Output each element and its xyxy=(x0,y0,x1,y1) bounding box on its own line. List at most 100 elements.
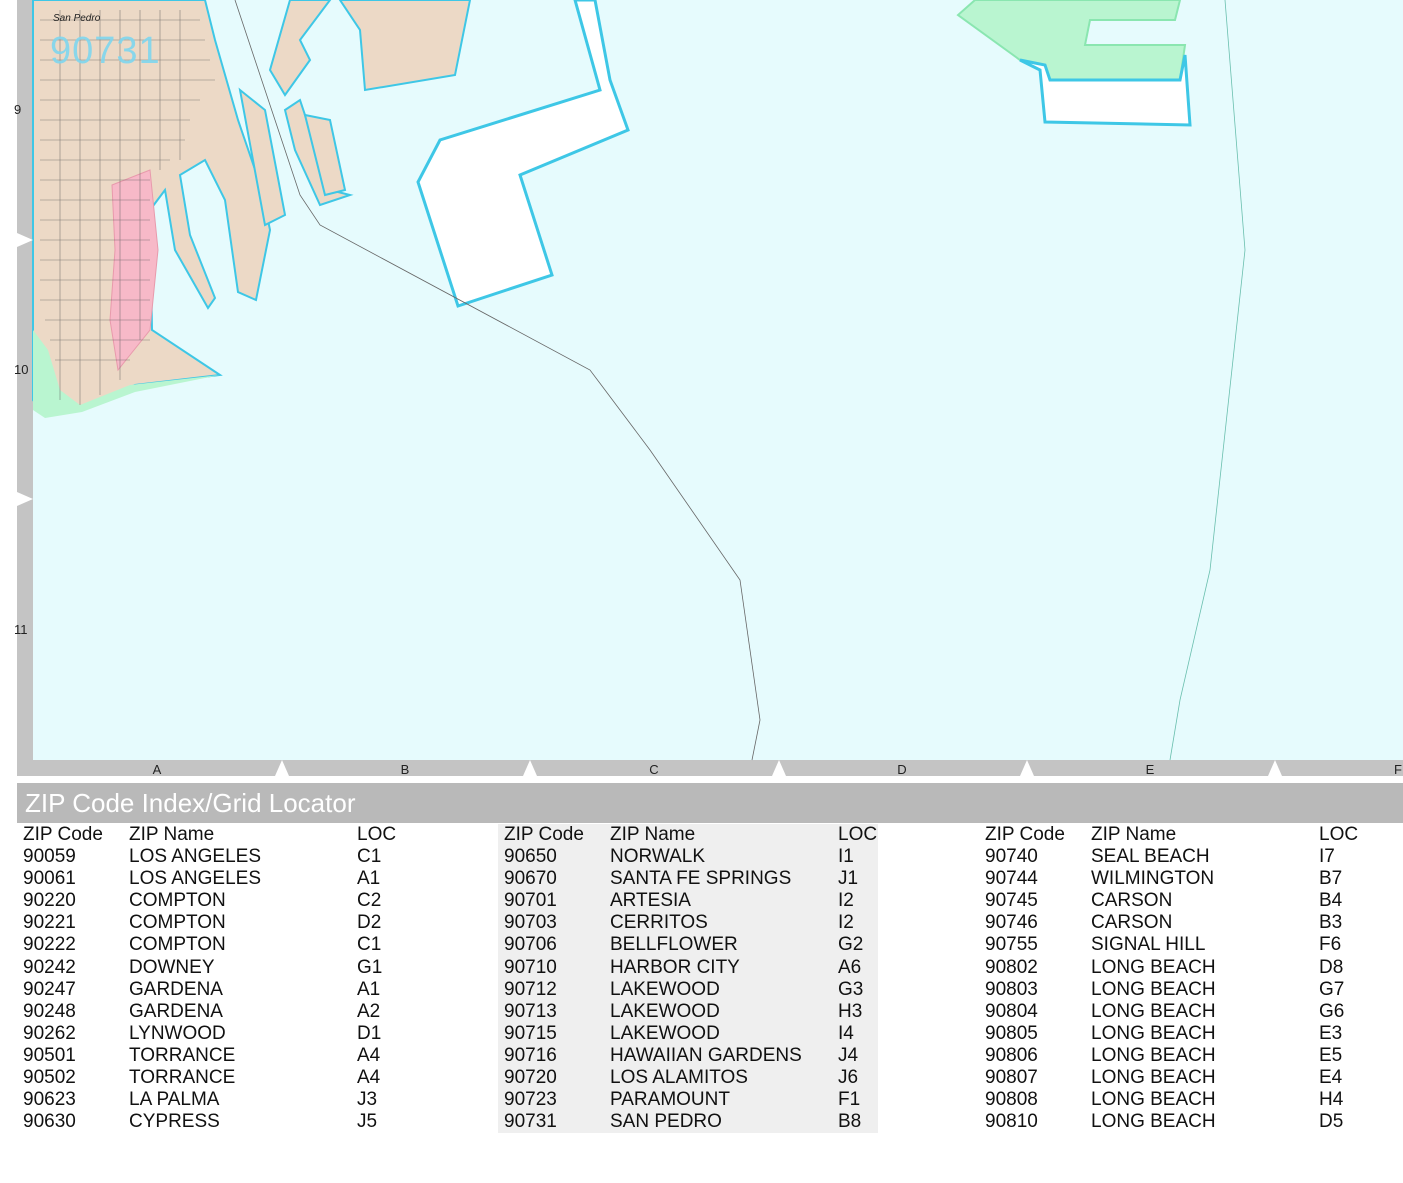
map-canvas[interactable] xyxy=(0,0,1403,780)
col-label-e: E xyxy=(1145,762,1155,777)
col-label-a: A xyxy=(152,762,162,777)
zip-code-cell: 90720 xyxy=(504,1067,557,1089)
zip-index-row: 90720 LOS ALAMITOS J6 xyxy=(498,1067,878,1089)
zip-index-row: 90716 HAWAIIAN GARDENS J4 xyxy=(498,1045,878,1067)
header-zip-name: ZIP Name xyxy=(610,824,696,845)
zip-code-cell: 90710 xyxy=(504,956,557,978)
zip-index-row: 90802 LONG BEACH D8 xyxy=(979,957,1403,979)
zip-name-cell: SANTA FE SPRINGS xyxy=(610,868,792,890)
zip-name-cell: SEAL BEACH xyxy=(1091,846,1210,868)
loc-cell: G1 xyxy=(357,956,383,978)
loc-cell: B3 xyxy=(1319,912,1343,934)
loc-cell: E5 xyxy=(1319,1044,1343,1066)
zip-index-column-1: ZIP Code ZIP Name LOC 90059 LOS ANGELES C1 900… xyxy=(17,824,487,1133)
header-loc: LOC xyxy=(357,824,397,845)
zip-name-cell: PARAMOUNT xyxy=(610,1089,730,1111)
zip-code-cell: 90220 xyxy=(23,890,76,912)
zip-name-cell: BELLFLOWER xyxy=(610,934,738,956)
zip-index-row: 90248 GARDENA A2 xyxy=(17,1001,487,1023)
zip-name-cell: WILMINGTON xyxy=(1091,868,1215,890)
zip-name-cell: HAWAIIAN GARDENS xyxy=(610,1044,802,1066)
zip-name-cell: SAN PEDRO xyxy=(610,1111,722,1133)
zip-name-cell: TORRANCE xyxy=(129,1044,236,1066)
loc-cell: I1 xyxy=(838,846,854,868)
zip-code-cell: 90502 xyxy=(23,1067,76,1089)
loc-cell: J1 xyxy=(838,868,859,890)
zip-index-title: ZIP Code Index/Grid Locator xyxy=(17,783,1403,823)
zip-code-cell: 90804 xyxy=(985,1000,1038,1022)
zip-name-cell: TORRANCE xyxy=(129,1067,236,1089)
zip-code-cell: 90248 xyxy=(23,1000,76,1022)
zip-code-cell: 90703 xyxy=(504,912,557,934)
zip-index-row: 90715 LAKEWOOD I4 xyxy=(498,1023,878,1045)
zip-index-row: 90701 ARTESIA I2 xyxy=(498,890,878,912)
zip-code-cell: 90623 xyxy=(23,1089,76,1111)
zip-index-row: 90670 SANTA FE SPRINGS J1 xyxy=(498,868,878,890)
zip-index-row: 90803 LONG BEACH G7 xyxy=(979,979,1403,1001)
loc-cell: H4 xyxy=(1319,1089,1344,1111)
zip-code-cell: 90061 xyxy=(23,868,76,890)
col-label-f: F xyxy=(1394,762,1402,777)
zip-index-row: 90703 CERRITOS I2 xyxy=(498,912,878,934)
loc-cell: A1 xyxy=(357,868,381,890)
zip-code-cell: 90650 xyxy=(504,846,557,868)
zip-index-row: 90242 DOWNEY G1 xyxy=(17,957,487,979)
zip-index-row: 90755 SIGNAL HILL F6 xyxy=(979,934,1403,956)
zip-index-row: 90501 TORRANCE A4 xyxy=(17,1045,487,1067)
loc-cell: C1 xyxy=(357,846,382,868)
loc-cell: J6 xyxy=(838,1067,859,1089)
zip-code-cell: 90744 xyxy=(985,868,1038,890)
zip-name-cell: LONG BEACH xyxy=(1091,1067,1216,1089)
loc-cell: J4 xyxy=(838,1044,859,1066)
zip-name-cell: LAKEWOOD xyxy=(610,1000,720,1022)
loc-cell: A4 xyxy=(357,1044,381,1066)
loc-cell: H3 xyxy=(838,1000,863,1022)
header-zip-code: ZIP Code xyxy=(985,824,1065,845)
loc-cell: E4 xyxy=(1319,1067,1343,1089)
loc-cell: A2 xyxy=(357,1000,381,1022)
zip-index-column-3: ZIP Code ZIP Name LOC 90740 SEAL BEACH I7 9074… xyxy=(979,824,1403,1133)
zip-code-cell: 90731 xyxy=(504,1111,557,1133)
zip-index-row: 90502 TORRANCE A4 xyxy=(17,1067,487,1089)
zip-code-cell: 90716 xyxy=(504,1044,557,1066)
map-frame[interactable]: 90731 San Pedro 9 10 11 A B C D E F xyxy=(0,0,1403,780)
loc-cell: D1 xyxy=(357,1022,382,1044)
zip-index-header: ZIP Code ZIP Name LOC xyxy=(498,824,878,846)
zip-code-cell: 90712 xyxy=(504,978,557,1000)
loc-cell: G7 xyxy=(1319,978,1345,1000)
zip-index-row: 90805 LONG BEACH E3 xyxy=(979,1023,1403,1045)
zip-name-cell: LOS ALAMITOS xyxy=(610,1067,748,1089)
zip-code-cell: 90715 xyxy=(504,1022,557,1044)
col-label-b: B xyxy=(400,762,410,777)
col-label-d: D xyxy=(897,762,907,777)
zip-name-cell: LOS ANGELES xyxy=(129,846,262,868)
zip-index-row: 90746 CARSON B3 xyxy=(979,912,1403,934)
zip-code-cell: 90806 xyxy=(985,1044,1038,1066)
loc-cell: C1 xyxy=(357,934,382,956)
zip-index-row: 90650 NORWALK I1 xyxy=(498,846,878,868)
loc-cell: B8 xyxy=(838,1111,862,1133)
zip-index-row: 90723 PARAMOUNT F1 xyxy=(498,1089,878,1111)
loc-cell: B7 xyxy=(1319,868,1343,890)
zip-code-cell: 90802 xyxy=(985,956,1038,978)
zip-name-cell: LONG BEACH xyxy=(1091,956,1216,978)
zip-code-cell: 90745 xyxy=(985,890,1038,912)
zip-name-cell: LA PALMA xyxy=(129,1089,220,1111)
zip-name-cell: LONG BEACH xyxy=(1091,978,1216,1000)
loc-cell: A4 xyxy=(357,1067,381,1089)
header-loc: LOC xyxy=(838,824,878,845)
header-zip-name: ZIP Name xyxy=(129,824,215,845)
loc-cell: I2 xyxy=(838,890,854,912)
zip-index-row: 90706 BELLFLOWER G2 xyxy=(498,934,878,956)
zip-overlay-label: 90731 xyxy=(50,30,161,72)
zip-code-cell: 90803 xyxy=(985,978,1038,1000)
zip-name-cell: CARSON xyxy=(1091,912,1173,934)
zip-code-cell: 90723 xyxy=(504,1089,557,1111)
loc-cell: E3 xyxy=(1319,1022,1343,1044)
header-zip-code: ZIP Code xyxy=(23,824,103,845)
zip-code-cell: 90808 xyxy=(985,1089,1038,1111)
row-label-11: 11 xyxy=(14,622,28,637)
loc-cell: D5 xyxy=(1319,1111,1344,1133)
zip-index-row: 90710 HARBOR CITY A6 xyxy=(498,957,878,979)
zip-index-panel: ZIP Code Index/Grid Locator ZIP Code ZIP … xyxy=(17,783,1403,1134)
